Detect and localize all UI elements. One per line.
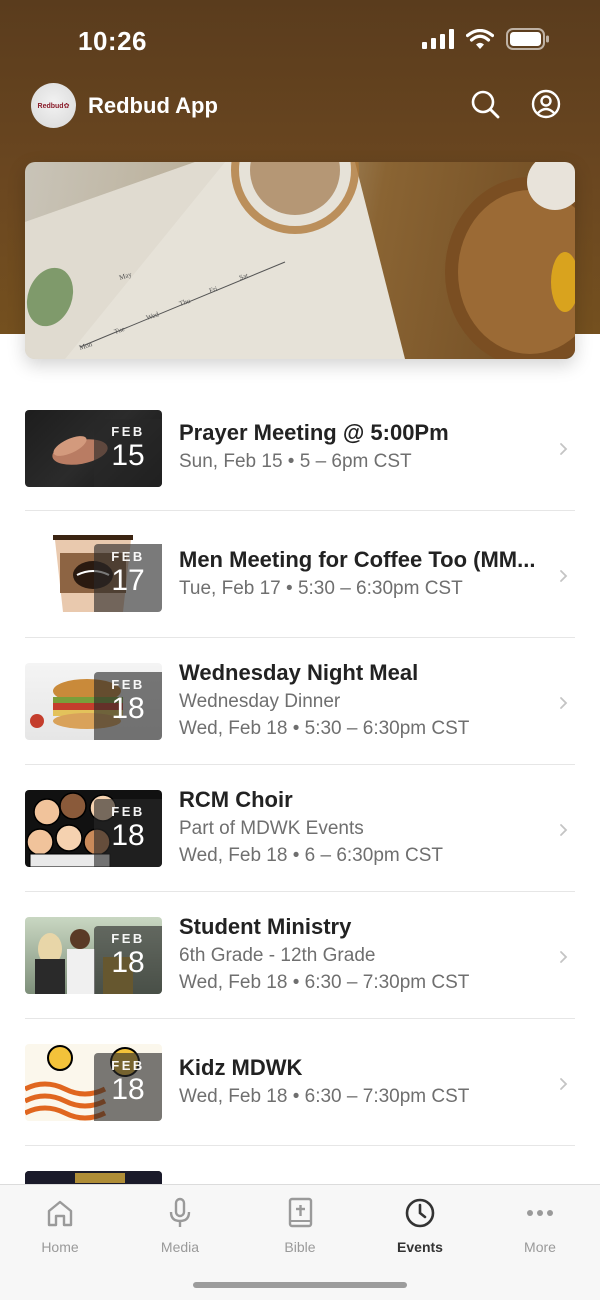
tab-label: Bible (284, 1239, 316, 1255)
date-month: FEB (111, 1058, 145, 1073)
date-day: 18 (111, 946, 145, 979)
hero-banner-image[interactable]: May Mon Tue Wed Thu Fri Sat (25, 162, 575, 359)
event-row[interactable]: FEB 15 Prayer Meeting @ 5:00Pm Sun, Feb … (25, 384, 575, 511)
date-badge: FEB 15 (94, 419, 162, 487)
clock-icon (405, 1198, 435, 1228)
event-thumbnail: FEB 18 (25, 790, 162, 867)
event-row[interactable]: FEB 18 RCM Choir Part of MDWK Events Wed… (25, 765, 575, 892)
status-time: 10:26 (78, 26, 147, 56)
date-badge: FEB 17 (94, 544, 162, 612)
event-subtitle: Part of MDWK Events (179, 818, 364, 839)
event-text: Prayer Meeting @ 5:00Pm Sun, Feb 15 • 5 … (179, 420, 545, 473)
event-title: Prayer Meeting @ 5:00Pm (179, 420, 449, 445)
date-month: FEB (111, 804, 145, 819)
event-text: Student Ministry 6th Grade - 12th Grade … (179, 914, 545, 994)
date-badge: FEB 18 (94, 1053, 162, 1121)
tab-home[interactable]: Home (0, 1195, 120, 1255)
event-thumbnail: FEB 17 (25, 535, 162, 612)
date-day: 18 (111, 819, 145, 852)
event-thumbnail: FEB 18 (25, 663, 162, 740)
event-row[interactable]: FEB 17 Men Meeting for Coffee Too (MM...… (25, 511, 575, 638)
status-bar: 10:26 (0, 0, 600, 80)
event-title: Student Ministry (179, 914, 352, 939)
tab-bible[interactable]: Bible (240, 1195, 360, 1255)
event-detail: Wed, Feb 18 • 6 – 6:30pm CST (179, 845, 443, 866)
date-month: FEB (111, 677, 145, 692)
profile-button[interactable] (530, 88, 562, 120)
calendar-photo-illustration: May Mon Tue Wed Thu Fri Sat (25, 162, 575, 359)
date-day: 18 (111, 1073, 145, 1106)
app-title: Redbud App (88, 93, 218, 118)
event-detail: Wed, Feb 18 • 6:30 – 7:30pm CST (179, 1086, 470, 1107)
event-thumbnail: FEB 18 (25, 917, 162, 994)
event-text: Wednesday Night Meal Wednesday Dinner We… (179, 660, 545, 740)
status-icons (422, 28, 550, 50)
event-thumbnail: FEB 18 (25, 1044, 162, 1121)
chevron-right-icon (560, 824, 568, 836)
event-list: FEB 15 Prayer Meeting @ 5:00Pm Sun, Feb … (0, 384, 600, 1146)
battery-icon (506, 28, 549, 50)
event-text: Kidz MDWK Wed, Feb 18 • 6:30 – 7:30pm CS… (179, 1055, 545, 1108)
event-row[interactable]: FEB 18 Wednesday Night Meal Wednesday Di… (25, 638, 575, 765)
tab-events[interactable]: Events (360, 1195, 480, 1255)
date-badge: FEB 18 (94, 799, 162, 867)
event-text: RCM Choir Part of MDWK Events Wed, Feb 1… (179, 787, 545, 867)
bible-icon (288, 1197, 313, 1228)
home-indicator[interactable] (193, 1282, 407, 1288)
date-month: FEB (111, 424, 145, 439)
event-row[interactable]: FEB 18 Kidz MDWK Wed, Feb 18 • 6:30 – 7:… (25, 1019, 575, 1146)
chevron-right-icon (560, 951, 568, 963)
event-detail: Sun, Feb 15 • 5 – 6pm CST (179, 451, 412, 472)
date-day: 17 (111, 564, 145, 597)
app-bar: Redbud✿ Redbud App (0, 80, 600, 132)
tab-label: More (524, 1239, 556, 1255)
date-day: 18 (111, 692, 145, 725)
event-detail: Tue, Feb 17 • 5:30 – 6:30pm CST (179, 578, 463, 599)
chevron-right-icon (560, 570, 568, 582)
more-icon (527, 1210, 553, 1216)
chevron-right-icon (560, 697, 568, 709)
event-title: Kidz MDWK (179, 1055, 303, 1080)
microphone-icon (169, 1197, 191, 1227)
bible-cover-image (25, 1171, 162, 1185)
event-subtitle: 6th Grade - 12th Grade (179, 945, 376, 966)
event-thumbnail-partial[interactable] (25, 1171, 162, 1185)
wifi-icon (466, 28, 494, 49)
date-month: FEB (111, 931, 145, 946)
account-icon (531, 89, 561, 119)
date-badge: FEB 18 (94, 926, 162, 994)
event-subtitle: Wednesday Dinner (179, 691, 341, 712)
event-row[interactable]: FEB 18 Student Ministry 6th Grade - 12th… (25, 892, 575, 1019)
event-title: RCM Choir (179, 787, 293, 812)
tab-label: Home (41, 1239, 79, 1255)
tab-label: Media (160, 1239, 200, 1255)
app-logo[interactable]: Redbud✿ (31, 83, 76, 128)
event-text: Men Meeting for Coffee Too (MM... Tue, F… (179, 547, 545, 600)
tab-media[interactable]: Media (120, 1195, 240, 1255)
signal-icon (422, 29, 454, 49)
tab-label: Events (397, 1239, 443, 1255)
event-title: Wednesday Night Meal (179, 660, 419, 685)
tab-more[interactable]: More (480, 1195, 600, 1255)
home-icon (47, 1200, 73, 1227)
chevron-right-icon (560, 1078, 568, 1090)
event-detail: Wed, Feb 18 • 6:30 – 7:30pm CST (179, 972, 470, 993)
event-thumbnail: FEB 15 (25, 410, 162, 487)
search-button[interactable] (469, 88, 501, 120)
date-month: FEB (111, 549, 145, 564)
date-badge: FEB 18 (94, 672, 162, 740)
chevron-right-icon (560, 443, 568, 455)
date-day: 15 (111, 439, 145, 472)
logo-text: Redbud✿ (37, 102, 70, 110)
search-icon (471, 90, 500, 119)
event-detail: Wed, Feb 18 • 5:30 – 6:30pm CST (179, 718, 470, 739)
event-title: Men Meeting for Coffee Too (MM... (179, 547, 536, 572)
